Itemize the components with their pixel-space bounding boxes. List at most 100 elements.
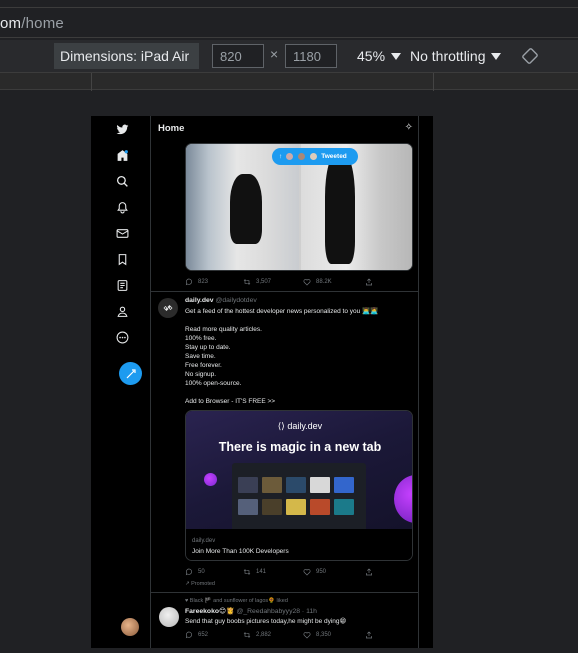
like-button[interactable]: 8,350 xyxy=(303,631,365,639)
arrow-up-icon: ↑ xyxy=(279,153,283,160)
retweet-icon xyxy=(243,632,251,638)
retweet-button[interactable]: 3,507 xyxy=(243,278,303,286)
card-title: Join More Than 100K Developers xyxy=(192,548,289,555)
share-icon xyxy=(366,568,372,576)
screen-tile xyxy=(310,477,330,493)
throttling-label: No throttling xyxy=(410,48,486,64)
decorative-orb xyxy=(204,473,217,486)
card-domain: daily.dev xyxy=(192,538,216,544)
rotate-icon[interactable] xyxy=(522,48,540,64)
dimension-separator: × xyxy=(270,46,279,62)
heart-icon xyxy=(303,632,311,639)
compose-tweet-button[interactable] xyxy=(119,362,142,385)
daily-dev-logo-icon xyxy=(163,305,173,311)
like-button[interactable]: 88.2K xyxy=(303,278,365,286)
screen-tile xyxy=(262,499,282,515)
device-dimensions-label: Dimensions: iPad Air xyxy=(60,48,190,64)
tweet-line: Read more quality articles. xyxy=(185,326,262,333)
like-count: 8,350 xyxy=(316,632,332,638)
photo-subject xyxy=(230,174,262,244)
tweet-line: Get a feed of the hottest developer news… xyxy=(185,308,379,315)
device-height-input[interactable] xyxy=(285,44,337,68)
screen-tile xyxy=(334,477,354,493)
page-title: Home xyxy=(158,123,185,134)
tweet-actions: 652 2,882 8,350 xyxy=(185,631,373,639)
device-viewport: Home ✧ ↑ Tweeted 823 3,507 88.2K daily.d… xyxy=(91,116,433,648)
heart-icon xyxy=(303,569,311,576)
tweet-text: Send that guy boobs pictures today,he mi… xyxy=(185,618,347,625)
zoom-select[interactable]: 45% xyxy=(357,48,402,64)
url-path: /home xyxy=(21,15,64,32)
screen-tile xyxy=(310,499,330,515)
avatar xyxy=(297,152,307,161)
tweet-line: Stay up to date. xyxy=(185,344,231,351)
tweet-cta-line[interactable]: Add to Browser - IT'S FREE >> xyxy=(185,397,275,406)
share-button[interactable] xyxy=(365,278,373,286)
author-name: daily.dev xyxy=(185,297,214,304)
retweet-button[interactable]: 2,882 xyxy=(243,631,303,639)
tweet-line: No signup. xyxy=(185,371,217,378)
explore-icon[interactable] xyxy=(114,173,130,189)
tweet-line: Save time. xyxy=(185,353,216,360)
tweet-actions: 823 3,507 88.2K xyxy=(185,278,373,286)
retweet-count: 3,507 xyxy=(256,279,272,285)
timeline-header: Home ✧ xyxy=(151,116,419,142)
ad-card-footer[interactable]: daily.dev Join More Than 100K Developers xyxy=(186,529,412,560)
bookmarks-icon[interactable] xyxy=(114,251,130,267)
photo-subject xyxy=(325,152,355,264)
address-bar[interactable]: om/home xyxy=(0,8,578,38)
home-icon[interactable] xyxy=(114,147,130,163)
notifications-icon[interactable] xyxy=(114,199,130,215)
ad-card[interactable]: ⟨⟩ daily.dev There is magic in a new tab xyxy=(185,410,413,561)
reply-button[interactable]: 50 xyxy=(185,568,243,576)
screen-tile xyxy=(262,477,282,493)
share-button[interactable] xyxy=(365,631,373,639)
like-button[interactable]: 950 xyxy=(303,568,365,576)
daily-dev-logo-icon: ⟨⟩ xyxy=(277,421,288,431)
decorative-orb xyxy=(394,475,412,523)
screen-tile xyxy=(334,499,354,515)
browser-tab-strip xyxy=(0,0,578,8)
tweet-actions: 50 141 950 xyxy=(185,568,373,576)
messages-icon[interactable] xyxy=(114,225,130,241)
chevron-down-icon xyxy=(391,53,402,60)
reply-count: 652 xyxy=(198,632,209,638)
browser-screenshot xyxy=(232,463,366,529)
account-avatar[interactable] xyxy=(121,618,139,636)
tweet-author[interactable]: daily.dev @dailydotdev xyxy=(185,297,257,304)
ruler-mark xyxy=(433,73,434,91)
author-handle: @_Reedahbabyyy28 · 11h xyxy=(236,608,317,615)
divider xyxy=(151,592,419,593)
device-width-input[interactable] xyxy=(212,44,264,68)
retweet-count: 141 xyxy=(256,569,267,575)
ruler-mark xyxy=(91,73,92,91)
lists-icon[interactable] xyxy=(114,277,130,293)
twitter-logo-icon[interactable] xyxy=(114,121,130,137)
social-context[interactable]: ♥ Black 🏴 and sunflower of lagos🌻 liked xyxy=(185,598,288,604)
device-dimensions-select[interactable]: Dimensions: iPad Air xyxy=(54,43,199,86)
reply-button[interactable]: 652 xyxy=(185,631,243,639)
tweet-line: 100% open-source. xyxy=(185,380,242,387)
throttling-select[interactable]: No throttling xyxy=(410,48,502,64)
reply-count: 823 xyxy=(198,279,209,285)
tweeted-pill[interactable]: ↑ Tweeted xyxy=(272,148,358,165)
tweet-media[interactable]: ↑ Tweeted xyxy=(185,143,413,271)
avatar[interactable] xyxy=(158,298,178,318)
author-name: Fareekoko😊👸 xyxy=(185,608,235,615)
retweet-button[interactable]: 141 xyxy=(243,568,303,576)
profile-icon[interactable] xyxy=(114,303,130,319)
share-icon xyxy=(366,278,372,286)
avatar[interactable] xyxy=(159,607,179,627)
share-button[interactable] xyxy=(365,568,373,576)
sparkle-icon[interactable]: ✧ xyxy=(405,122,413,133)
reply-button[interactable]: 823 xyxy=(185,278,243,286)
promoted-text: Promoted xyxy=(191,581,215,587)
card-brand-label: daily.dev xyxy=(287,421,323,431)
tweet-author[interactable]: Fareekoko😊👸 @_Reedahbabyyy28 · 11h xyxy=(185,607,317,615)
retweet-icon xyxy=(243,279,251,285)
tweet-line: Free forever. xyxy=(185,362,222,369)
url-host: om xyxy=(0,15,22,32)
url-text[interactable]: om/home xyxy=(0,15,64,32)
feather-icon xyxy=(126,368,136,378)
more-icon[interactable] xyxy=(114,329,130,345)
